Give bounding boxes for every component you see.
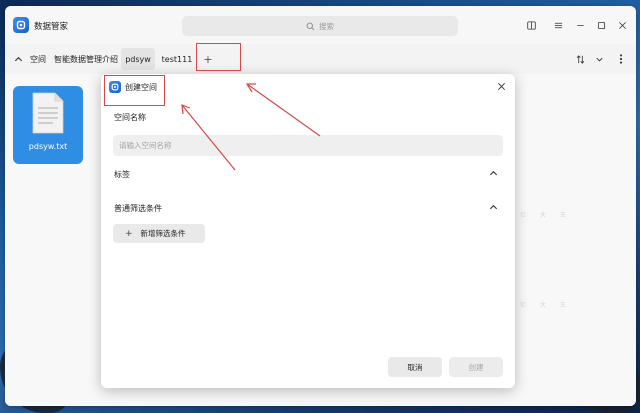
- chevron-down-icon: [596, 57, 603, 61]
- more-icon[interactable]: [615, 53, 627, 65]
- minimize-icon: [576, 24, 584, 26]
- space-name-label: 空间名称: [114, 113, 146, 122]
- chevron-up-icon[interactable]: [14, 55, 23, 64]
- menu-button[interactable]: [552, 19, 564, 31]
- cancel-button[interactable]: 取消: [388, 357, 442, 377]
- annotation-box-dialog-title: [104, 75, 165, 106]
- space-tab-bar: 空间 智能数据管理介绍 pdsyw test111 +: [5, 44, 636, 74]
- create-space-dialog: 创建空间 空间名称 标签 普通筛选条件 + 新增筛选条件 取消 创建: [101, 74, 515, 388]
- maximize-button[interactable]: [595, 19, 607, 31]
- split-view-icon: [526, 20, 536, 30]
- tags-label: 标签: [114, 170, 130, 179]
- chevron-up-icon[interactable]: [489, 203, 498, 212]
- add-filter-label: 新增筛选条件: [140, 229, 186, 238]
- close-window-button[interactable]: [616, 19, 628, 31]
- search-input[interactable]: 搜索: [182, 16, 458, 36]
- title-bar: 数据管家 搜索: [5, 6, 636, 44]
- app-title: 数据管家: [34, 22, 69, 32]
- sort-button[interactable]: [571, 50, 609, 68]
- create-button[interactable]: 创建: [449, 357, 503, 377]
- close-icon[interactable]: [497, 82, 506, 91]
- space-name-input[interactable]: [113, 135, 503, 156]
- search-placeholder: 搜索: [319, 21, 334, 31]
- minimize-button[interactable]: [574, 19, 586, 31]
- file-name: pdsyw.txt: [28, 142, 68, 151]
- tab-test111[interactable]: test111: [158, 48, 196, 70]
- plus-icon: +: [125, 228, 133, 239]
- hamburger-icon: [554, 22, 562, 28]
- split-view-button[interactable]: [525, 19, 537, 31]
- search-icon: [306, 22, 315, 30]
- tab-pdsyw[interactable]: pdsyw: [121, 48, 155, 70]
- add-filter-button[interactable]: + 新增筛选条件: [113, 224, 205, 243]
- tab-smart-data-intro[interactable]: 智能数据管理介绍: [53, 48, 119, 70]
- maximize-icon: [597, 21, 605, 29]
- close-icon: [618, 21, 626, 29]
- tab-space-header[interactable]: 空间: [27, 48, 49, 70]
- annotation-box-add-tab: [196, 43, 241, 71]
- sort-icon: [576, 54, 585, 64]
- filter-conditions-label: 普通筛选条件: [114, 204, 162, 213]
- text-file-icon: [32, 92, 64, 134]
- app-logo-icon: [13, 17, 29, 33]
- file-item[interactable]: pdsyw.txt: [13, 86, 83, 164]
- chevron-up-icon[interactable]: [489, 169, 498, 178]
